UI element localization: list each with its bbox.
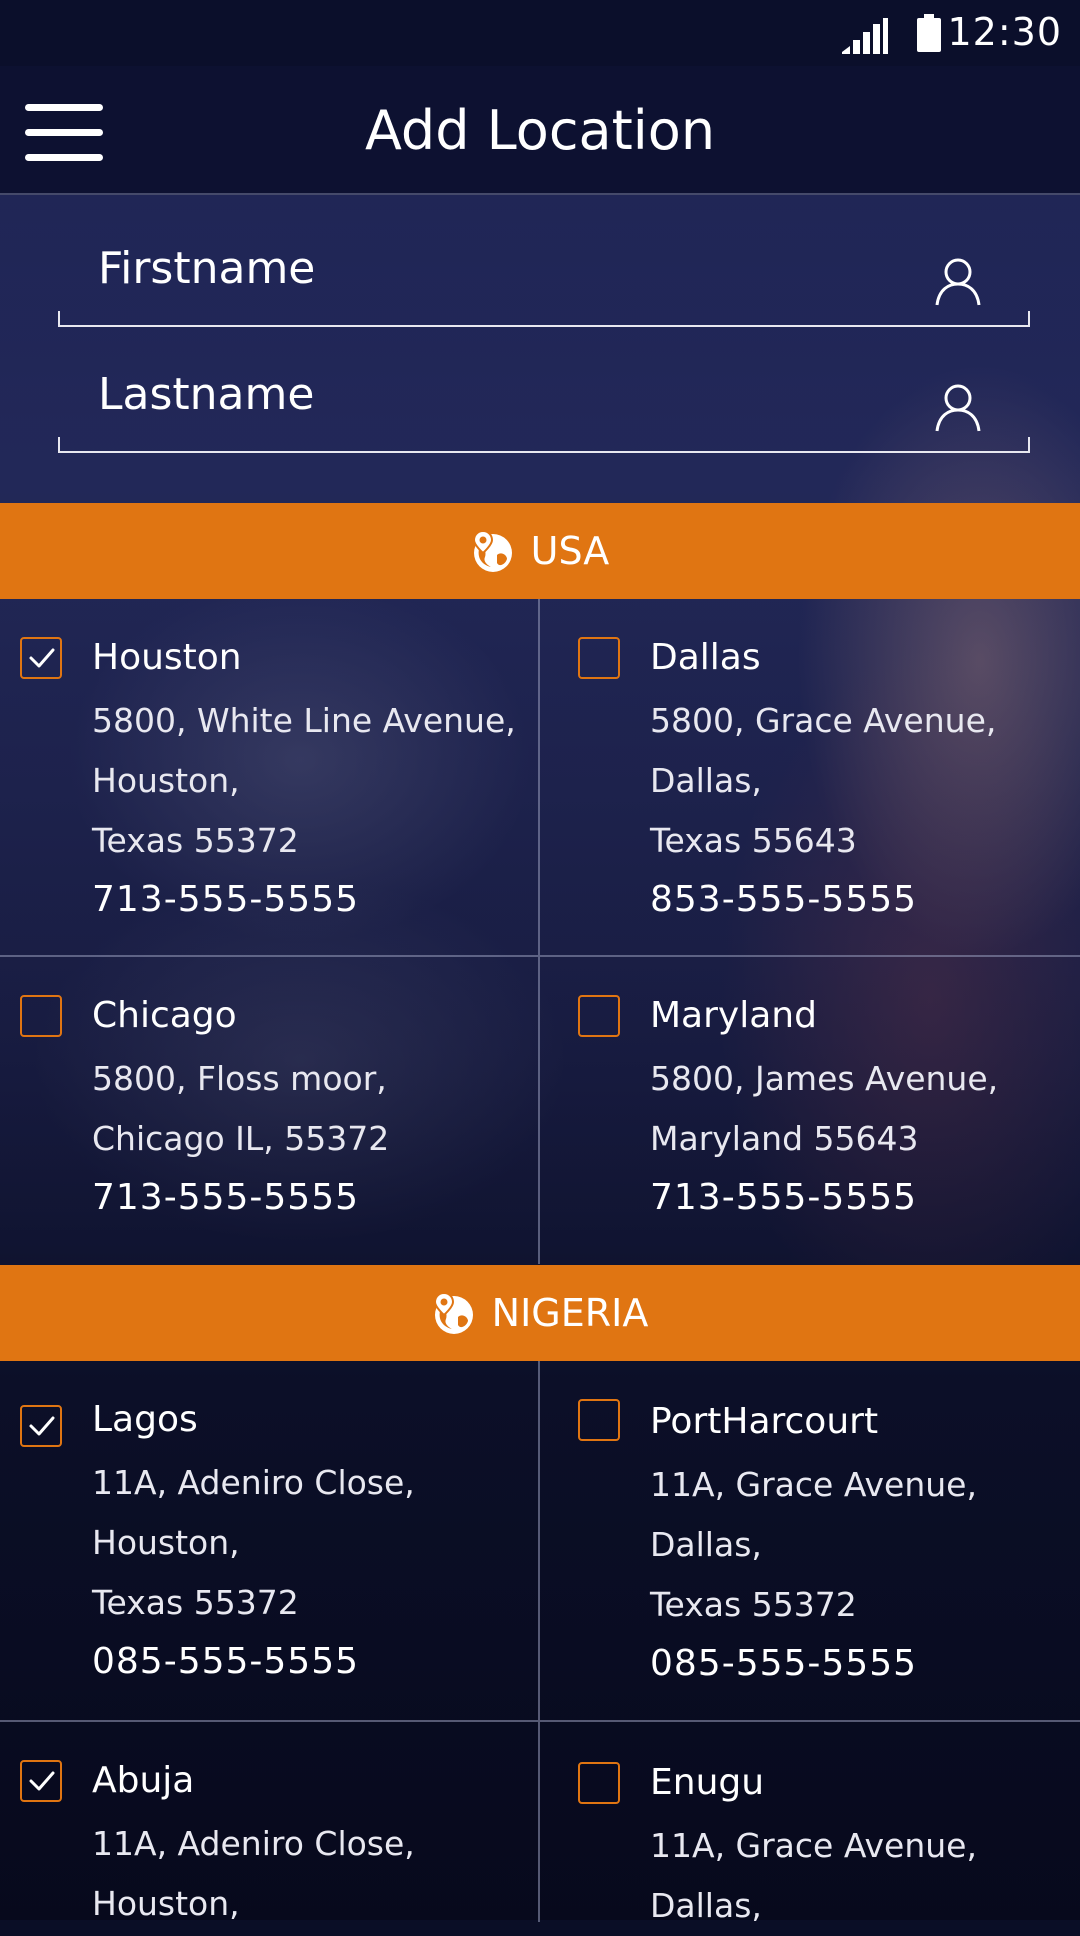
location-address-line: 5800, James Avenue, [650,1059,999,1098]
location-card-maryland: Maryland 5800, James Avenue, Maryland 55… [540,957,1080,1264]
region-header-nigeria: NIGERIA [0,1265,1080,1361]
location-address-line: Texas 55372 [92,821,299,860]
location-city: Houston [92,637,242,678]
location-city: Abuja [92,1760,195,1801]
signal-icon [842,18,888,54]
location-address-line: 5800, Grace Avenue, [650,701,997,740]
location-card-portharcourt: PortHarcourt 11A, Grace Avenue, Dallas, … [540,1361,1080,1722]
checkmark-icon [29,1416,55,1436]
location-address-line: Dallas, [650,1886,762,1925]
status-bar: 12:30 [0,0,1080,66]
location-card-enugu: Enugu 11A, Grace Avenue, Dallas, [540,1722,1080,1925]
location-phone: 085-555-5555 [650,1643,918,1684]
user-icon [935,258,981,306]
location-phone: 085-555-5555 [92,1641,360,1682]
name-form [0,195,1080,503]
location-city: Dallas [650,637,761,678]
checkmark-icon [29,1771,55,1791]
status-time: 12:30 [947,10,1062,54]
location-address-line: Texas 55372 [92,1583,299,1622]
location-checkbox[interactable] [578,1399,620,1441]
region-name: USA [530,529,610,573]
location-city: PortHarcourt [650,1401,879,1442]
app-bar: Add Location [0,66,1080,195]
location-address-line: Texas 55372 [650,1585,857,1624]
location-card-houston: Houston 5800, White Line Avenue, Houston… [0,599,540,957]
location-address-line: Texas 55643 [650,821,857,860]
location-address-line: 11A, Grace Avenue, [650,1465,977,1504]
location-address-line: Dallas, [650,1525,762,1564]
globe-location-icon [472,529,512,572]
battery-icon [917,14,941,52]
firstname-field [58,217,1030,327]
location-address-line: 5800, Floss moor, [92,1059,387,1098]
location-city: Lagos [92,1399,198,1440]
globe-location-icon [433,1291,473,1334]
location-address-line: 11A, Adeniro Close, [92,1463,415,1502]
location-city: Chicago [92,995,237,1036]
location-checkbox[interactable] [578,995,620,1037]
location-address-line: 11A, Grace Avenue, [650,1826,977,1865]
location-address-line: 5800, White Line Avenue, [92,701,516,740]
firstname-underline [58,311,1030,327]
lastname-underline [58,437,1030,453]
location-checkbox[interactable] [20,1760,62,1802]
location-address-line: 11A, Adeniro Close, [92,1824,415,1863]
location-address-line: Chicago IL, 55372 [92,1119,390,1158]
location-checkbox[interactable] [578,1762,620,1804]
location-card-chicago: Chicago 5800, Floss moor, Chicago IL, 55… [0,957,540,1264]
location-city: Enugu [650,1762,765,1803]
location-address-line: Houston, [92,761,240,800]
location-city: Maryland [650,995,817,1036]
location-card-lagos: Lagos 11A, Adeniro Close, Houston, Texas… [0,1361,540,1722]
location-address-line: Houston, [92,1884,240,1923]
location-address-line: Houston, [92,1523,240,1562]
location-phone: 713-555-5555 [92,1177,360,1218]
region-header-usa: USA [0,503,1080,599]
page-title: Add Location [364,99,716,162]
location-card-abuja: Abuja 11A, Adeniro Close, Houston, [0,1722,540,1923]
location-checkbox[interactable] [20,637,62,679]
location-phone: 853-555-5555 [650,879,918,920]
location-checkbox[interactable] [20,1405,62,1447]
location-address-line: Maryland 55643 [650,1119,919,1158]
location-address-line: Dallas, [650,761,762,800]
location-phone: 713-555-5555 [92,879,360,920]
lastname-input[interactable] [96,368,900,421]
region-name: NIGERIA [491,1291,649,1335]
firstname-input[interactable] [96,242,900,295]
location-card-dallas: Dallas 5800, Grace Avenue, Dallas, Texas… [540,599,1080,957]
checkmark-icon [29,648,55,668]
lastname-field [58,343,1030,453]
location-checkbox[interactable] [578,637,620,679]
user-icon [935,384,981,432]
location-checkbox[interactable] [20,995,62,1037]
location-phone: 713-555-5555 [650,1177,918,1218]
